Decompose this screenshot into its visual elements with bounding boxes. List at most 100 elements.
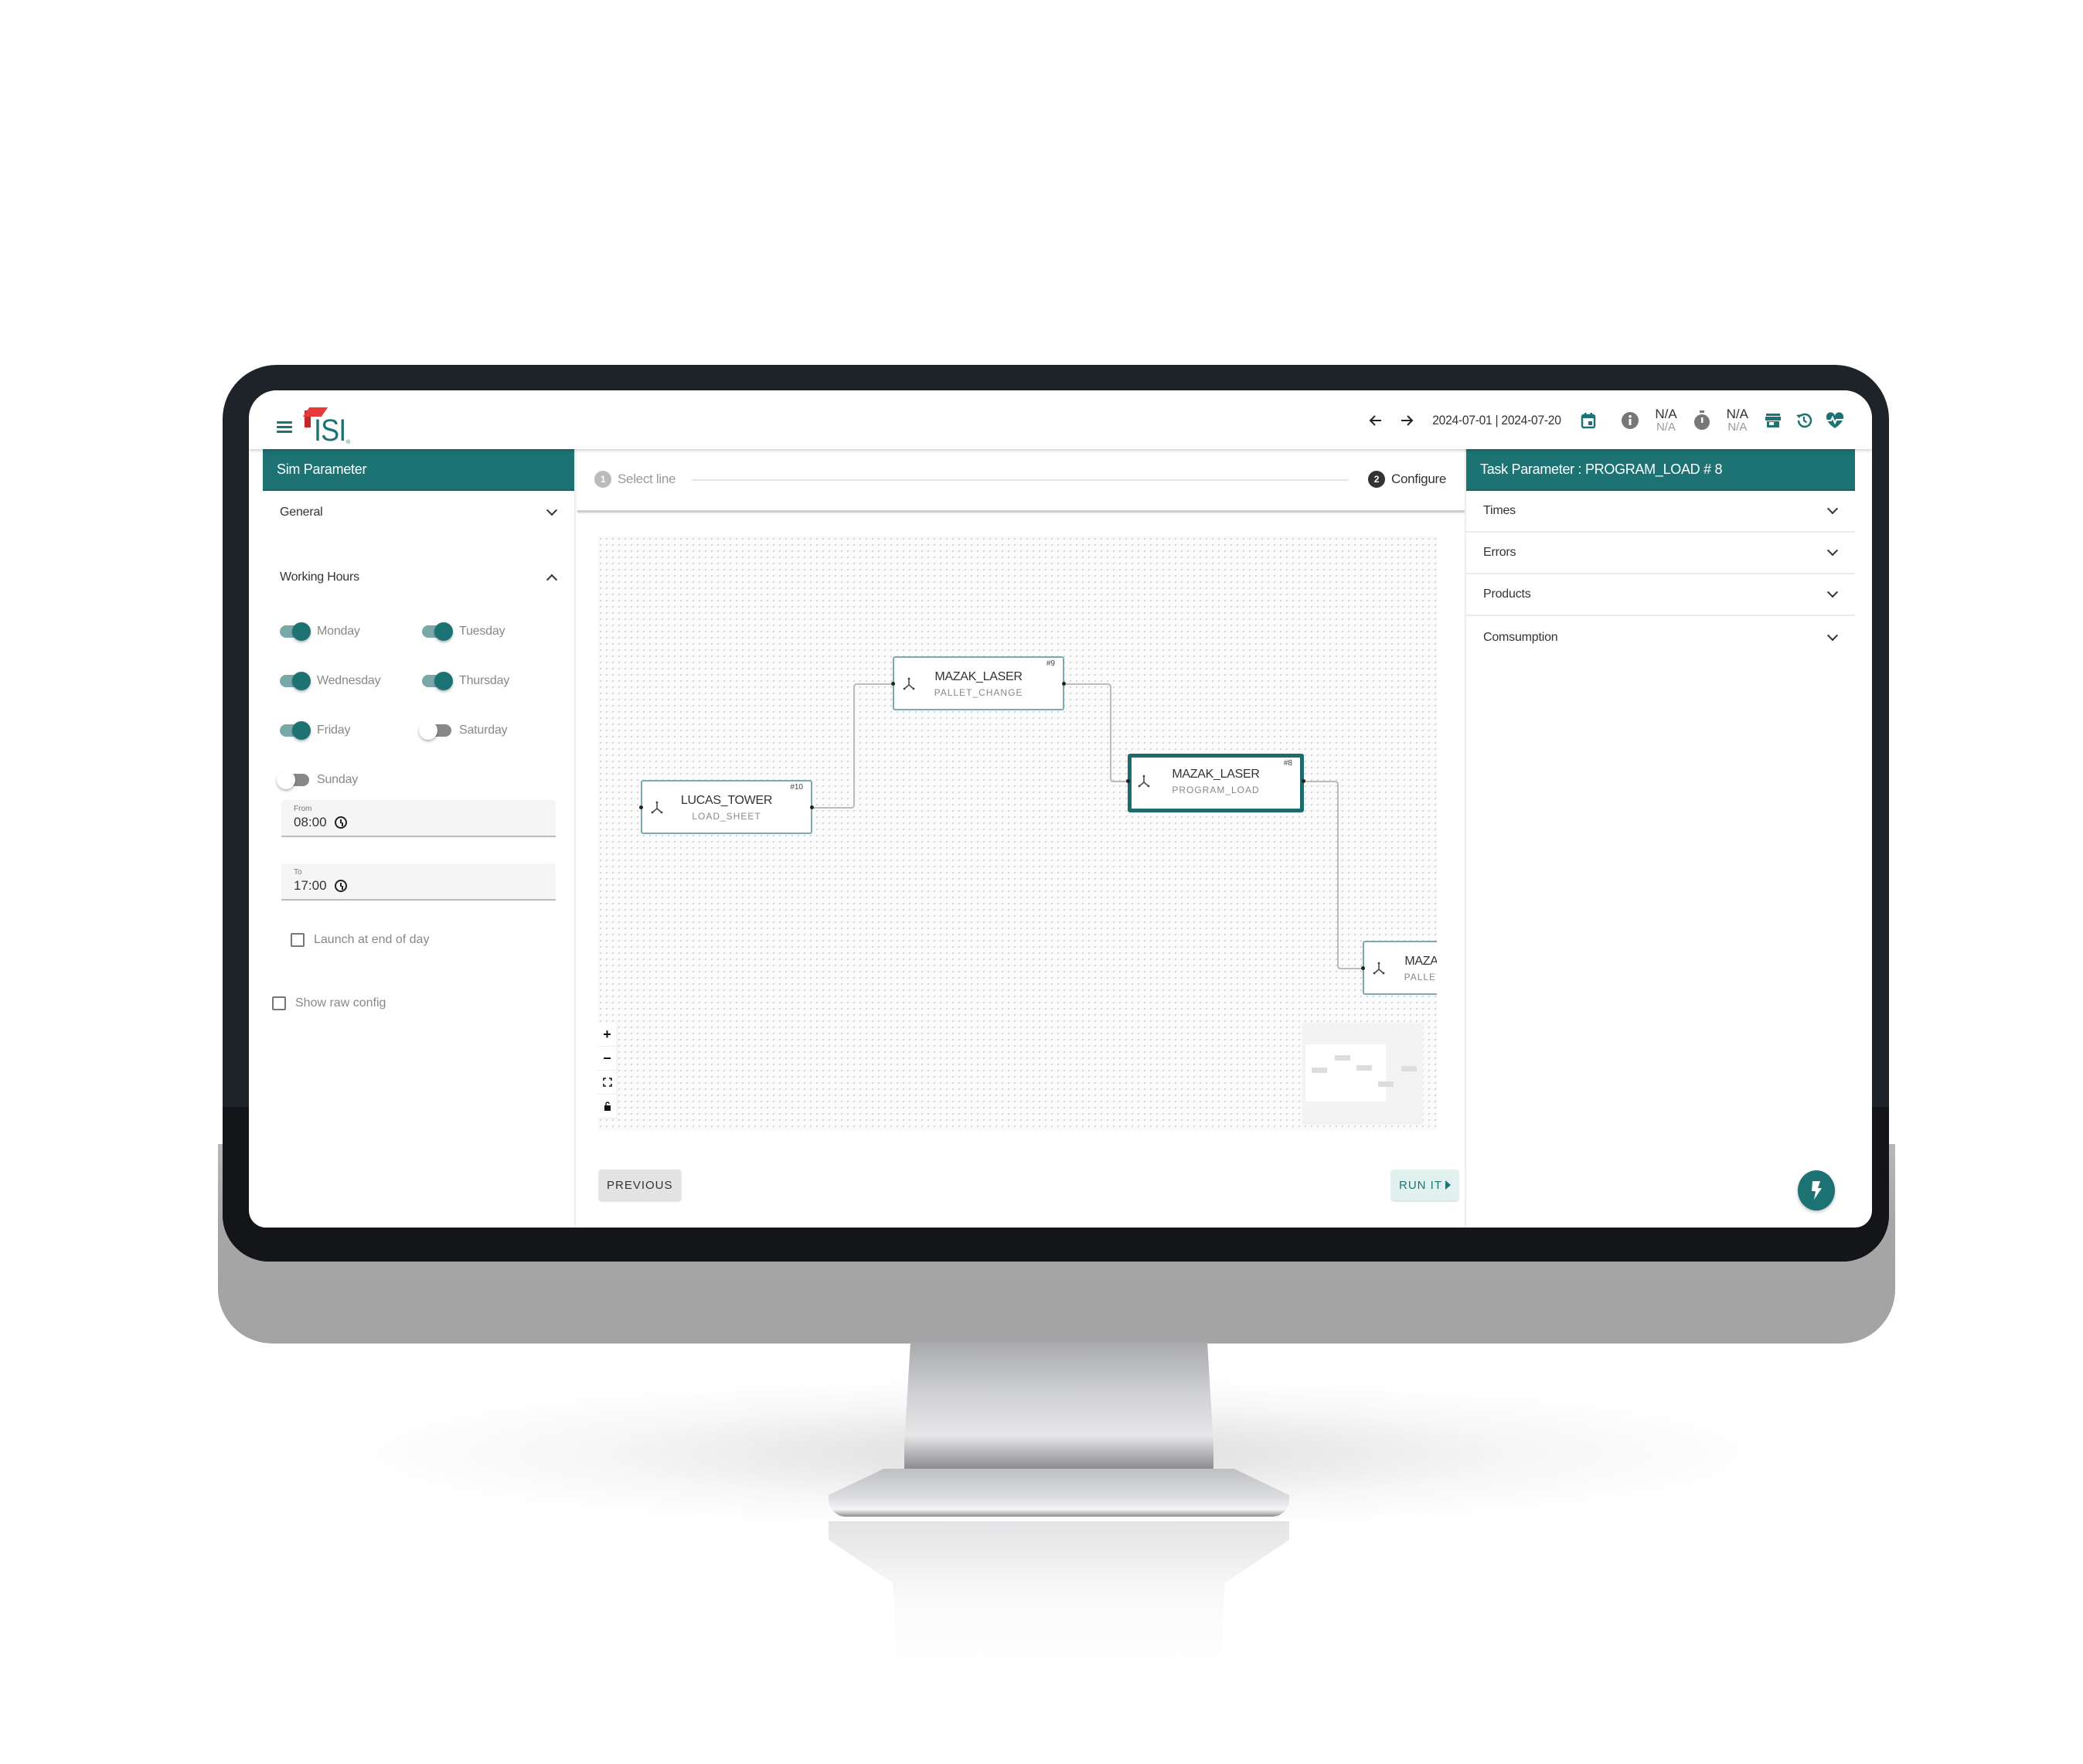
input-port[interactable] (1126, 779, 1130, 783)
stopwatch-icon[interactable] (1686, 405, 1717, 436)
checkbox[interactable] (291, 933, 305, 947)
play-icon (1445, 1180, 1451, 1190)
minimap[interactable] (1302, 1023, 1423, 1125)
toggle-label: Sunday (317, 773, 359, 786)
stepper-connector (692, 479, 1349, 481)
minimap-node (1401, 1066, 1417, 1071)
lock-button[interactable] (597, 1095, 617, 1119)
quick-action-button[interactable] (1798, 1170, 1835, 1211)
accordion-times[interactable]: Times (1466, 491, 1855, 533)
monitor-stand-base (829, 1469, 1289, 1517)
fit-view-button[interactable] (597, 1071, 617, 1095)
isi-logo: ISI ® (302, 406, 351, 449)
forward-arrow-icon[interactable] (1391, 405, 1422, 436)
switch[interactable] (280, 672, 311, 690)
node-title: MAZAK_LASER (1404, 955, 1437, 968)
chevron-down-icon (1826, 630, 1839, 642)
node-title: MAZAK_LASER (1172, 768, 1260, 781)
switch[interactable] (419, 721, 451, 740)
checkbox[interactable] (272, 996, 286, 1010)
stat-block-2: N/A N/A (1727, 407, 1748, 434)
edge-10-to-9 (809, 683, 891, 809)
toggle-label: Saturday (459, 724, 508, 737)
toggle-wednesday[interactable]: Wednesday (280, 670, 422, 692)
switch[interactable] (422, 672, 453, 690)
clock-icon[interactable] (334, 816, 347, 829)
toggle-friday[interactable]: Friday (280, 720, 422, 741)
store-icon[interactable] (1758, 405, 1789, 436)
app-bar-actions: 2024-07-01 | 2024-07-20 N/A N/A N/A N/A (1360, 401, 1850, 440)
show-raw-config-checkbox[interactable]: Show raw config (272, 996, 574, 1010)
previous-button[interactable]: PREVIOUS (599, 1170, 681, 1200)
edge-9-to-8 (1066, 683, 1128, 782)
toggle-thursday[interactable]: Thursday (422, 670, 564, 692)
node-subtitle: PROGRAM_LOAD (1172, 785, 1260, 795)
back-arrow-icon[interactable] (1360, 405, 1391, 436)
output-port[interactable] (1062, 682, 1066, 686)
output-port[interactable] (1302, 779, 1305, 783)
toggle-label: Monday (317, 625, 360, 638)
flow-panel: 1 Select line 2 Configure #10 LUCAS_TOWE… (577, 449, 1465, 1228)
minimap-viewport[interactable] (1305, 1044, 1386, 1102)
accordion-consumption[interactable]: Comsumption (1466, 616, 1855, 659)
step-label: Select line (618, 472, 676, 486)
toggle-label: Thursday (459, 674, 510, 687)
flow-node[interactable]: #10 LUCAS_TOWER LOAD_SHEET (639, 780, 814, 834)
run-it-label: RUN IT (1399, 1178, 1442, 1192)
flow-node-selected[interactable]: #8 MAZAK_LASER PROGRAM_LOAD (1126, 754, 1305, 812)
toggle-label: Tuesday (459, 625, 505, 638)
date-range[interactable]: 2024-07-01 | 2024-07-20 (1433, 413, 1562, 428)
toggle-tuesday[interactable]: Tuesday (422, 621, 564, 642)
minimap-node (1312, 1068, 1327, 1073)
switch[interactable] (280, 721, 311, 740)
step-number: 1 (594, 471, 611, 488)
toggle-label: Friday (317, 724, 351, 737)
edge-8-to-7 (1305, 781, 1363, 969)
stepper: 1 Select line 2 Configure (577, 449, 1465, 513)
toggle-sunday[interactable]: Sunday (277, 769, 422, 791)
monitor-stand-reflection (829, 1521, 1289, 1676)
accordion-label: Comsumption (1483, 631, 1558, 644)
checkbox-label: Show raw config (295, 996, 386, 1010)
zoom-out-button[interactable]: − (597, 1047, 617, 1071)
output-port[interactable] (810, 805, 814, 809)
switch[interactable] (277, 771, 309, 789)
node-id: #9 (1046, 659, 1055, 668)
node-id: #10 (790, 783, 803, 792)
calendar-icon[interactable] (1573, 405, 1604, 436)
toggle-monday[interactable]: Monday (280, 621, 422, 642)
switch[interactable] (422, 622, 453, 641)
toggle-saturday[interactable]: Saturday (419, 720, 564, 741)
history-icon[interactable] (1789, 405, 1819, 436)
info-icon[interactable] (1615, 405, 1646, 436)
step-number: 2 (1367, 471, 1385, 488)
step-select-line[interactable]: 1 Select line (594, 471, 676, 488)
working-days: Monday Tuesday Wednesday Thursday Friday… (263, 599, 574, 791)
run-it-button[interactable]: RUN IT (1391, 1170, 1458, 1200)
step-configure[interactable]: 2 Configure (1367, 471, 1446, 488)
minimap-node (1378, 1081, 1394, 1087)
logo-text: ISI (314, 414, 346, 448)
zoom-in-button[interactable]: + (597, 1023, 617, 1047)
from-time-field[interactable]: From 08:00 (281, 800, 556, 837)
accordion-errors[interactable]: Errors (1466, 533, 1855, 574)
node-title: LUCAS_TOWER (680, 794, 773, 807)
stat-block-1: N/A N/A (1655, 407, 1676, 434)
accordion-label: Errors (1483, 546, 1516, 559)
menu-icon[interactable] (277, 421, 292, 433)
to-time-field[interactable]: To 17:00 (281, 863, 556, 901)
launch-end-of-day-checkbox[interactable]: Launch at end of day (291, 933, 574, 947)
checkbox-label: Launch at end of day (314, 933, 430, 946)
accordion-general[interactable]: General (263, 491, 574, 534)
accordion-working-hours[interactable]: Working Hours (263, 556, 574, 599)
accordion-products[interactable]: Products (1466, 574, 1855, 616)
clock-icon[interactable] (334, 880, 347, 892)
node-subtitle: PALLET_CHANGE (1404, 972, 1437, 982)
sim-parameter-panel: Sim Parameter General Working Hours Mond… (263, 449, 576, 1228)
logo-registered-mark: ® (346, 440, 351, 445)
switch[interactable] (280, 622, 311, 641)
heart-pulse-icon[interactable] (1819, 405, 1850, 436)
flow-canvas[interactable]: #10 LUCAS_TOWER LOAD_SHEET #9 MAZAK_LASE… (597, 536, 1437, 1131)
flow-node[interactable]: #9 MAZAK_LASER PALLET_CHANGE (891, 656, 1066, 710)
flow-node-partial[interactable]: MAZAK_LASER PALLET_CHANGE (1361, 941, 1437, 995)
